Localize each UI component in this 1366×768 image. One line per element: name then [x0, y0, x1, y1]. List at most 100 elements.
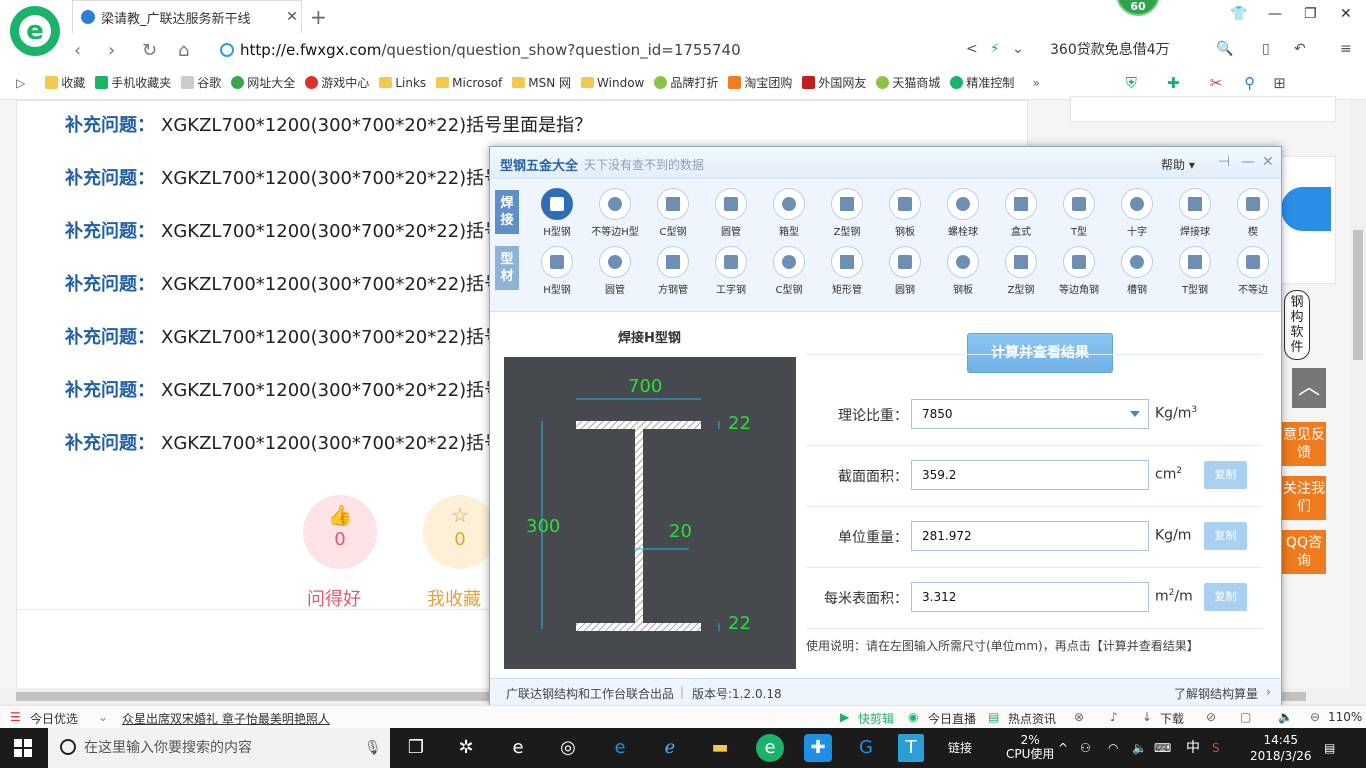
dim-height[interactable]: 300 — [526, 516, 560, 537]
bookmark-item[interactable]: 收藏 — [45, 74, 85, 91]
translate-icon[interactable]: ✚ — [1167, 74, 1180, 92]
profile-option[interactable]: 圆钢 — [876, 246, 934, 296]
taskbar-search[interactable]: 在这里输入你要搜索的内容 🎙 — [48, 728, 390, 768]
bookmark-item[interactable]: 外国网友 — [802, 74, 866, 91]
shield-icon[interactable]: ⛨ — [1126, 74, 1137, 92]
ime-indicator[interactable]: 中 — [1186, 728, 1200, 768]
live-link[interactable]: 今日直播 — [928, 710, 976, 727]
edge-icon[interactable]: e — [606, 734, 634, 762]
profile-option[interactable]: Z型钢 — [818, 188, 876, 238]
start-button[interactable] — [14, 739, 32, 757]
dim-width[interactable]: 700 — [628, 376, 662, 397]
profile-option[interactable]: 十字 — [1108, 188, 1166, 238]
chevron-up-icon[interactable]: ^ — [1058, 728, 1068, 768]
learn-more-link[interactable]: 了解钢结构算量 — [1174, 685, 1258, 702]
question-row[interactable]: 补充问题： XGKZL700*1200(300*700*20*22)括号里 — [65, 270, 520, 296]
more-bookmarks-icon[interactable]: » — [1032, 76, 1039, 90]
fan-app-icon[interactable]: ✲ — [452, 734, 480, 762]
profile-option[interactable]: 圆管 — [586, 246, 644, 296]
bookmark-folder[interactable]: MSN 网 — [512, 74, 571, 91]
question-row[interactable]: 补充问题： XGKZL700*1200(300*700*20*22)括号里 — [65, 429, 520, 455]
swirl-app-icon[interactable]: ◎ — [554, 734, 582, 762]
profile-option[interactable]: 箱型 — [760, 188, 818, 238]
browser-360-icon[interactable]: e — [504, 734, 532, 762]
profile-option[interactable]: C型钢 — [644, 188, 702, 238]
scissors-icon[interactable]: ✂ — [1210, 74, 1223, 92]
forward-icon[interactable]: › — [108, 40, 115, 61]
chevron-down-icon[interactable]: ⌄ — [98, 710, 108, 724]
ie-icon[interactable]: ℯ — [656, 734, 684, 762]
copy-weight-button[interactable]: 复制 — [1204, 522, 1247, 550]
search-icon[interactable]: 🔍 — [1216, 41, 1233, 57]
vertical-scrollbar[interactable] — [1350, 100, 1366, 705]
mic-icon[interactable]: 🎙 — [364, 728, 382, 768]
chevron-right-icon[interactable]: › — [1266, 685, 1271, 699]
profile-option[interactable]: 不等边 — [1224, 246, 1282, 296]
home-icon[interactable]: ⌂ — [178, 40, 189, 61]
clock[interactable]: 14:45 2018/3/26 — [1250, 732, 1312, 764]
g-app-icon[interactable]: G — [852, 734, 880, 762]
news-link[interactable]: 众星出席双宋婚礼 章子怡最美明艳照人 — [122, 710, 330, 727]
question-row[interactable]: 补充问题： XGKZL700*1200(300*700*20*22)括号里 — [65, 376, 520, 402]
pin-icon[interactable]: ⊣ — [1218, 154, 1230, 170]
share-icon[interactable]: < — [966, 41, 978, 57]
sogou-icon[interactable]: S — [1212, 728, 1220, 768]
unit-weight-field[interactable]: 281.972 — [911, 521, 1149, 551]
bookmark-item[interactable]: 网址大全 — [231, 74, 295, 91]
profile-option[interactable]: 等边角钢 — [1050, 246, 1108, 296]
bookmark-item[interactable]: 游戏中心 — [305, 74, 369, 91]
area-field[interactable]: 359.2 — [911, 460, 1149, 490]
quick-edit-link[interactable]: 快剪辑 — [858, 710, 894, 727]
globe-icon[interactable]: ⊘ — [1206, 710, 1216, 724]
volume-icon[interactable]: 🔈 — [1278, 710, 1293, 724]
follow-button[interactable]: 关注我们 — [1282, 476, 1326, 520]
window-icon[interactable]: ▢ — [1240, 710, 1251, 724]
search-field[interactable]: 360贷款免息借4万 — [1040, 38, 1240, 62]
density-select[interactable]: 7850 — [911, 399, 1149, 429]
question-row[interactable]: 补充问题： XGKZL700*1200(300*700*20*22)括号里 — [65, 164, 520, 190]
profile-option[interactable]: 盒式 — [992, 188, 1050, 238]
bookmark-item[interactable]: 谷歌 — [181, 74, 221, 91]
wifi-icon[interactable]: ◠ — [1108, 728, 1118, 768]
file-explorer-icon[interactable]: ▬ — [706, 734, 734, 762]
bookmark-item[interactable]: 精准控制 — [950, 74, 1014, 91]
steel-app-icon[interactable]: T — [898, 734, 924, 762]
copy-surface-button[interactable]: 复制 — [1204, 583, 1247, 611]
profile-option[interactable]: 不等边H型 — [586, 188, 644, 238]
dim-web[interactable]: 20 — [669, 521, 692, 542]
network-app-icon[interactable]: ✚ — [804, 734, 832, 762]
zoom-icon[interactable]: ⚲ — [1244, 74, 1255, 92]
bookmark-item[interactable]: 淘宝团购 — [728, 74, 792, 91]
cpu-meter[interactable]: 2% CPU使用 — [1006, 733, 1054, 761]
profile-option[interactable]: 楔 — [1224, 188, 1282, 238]
profile-option[interactable]: 钢板 — [876, 188, 934, 238]
profile-option[interactable]: 方钢管 — [644, 246, 702, 296]
menu-icon[interactable]: ≡ — [1340, 41, 1352, 57]
back-icon[interactable]: ‹ — [74, 40, 81, 61]
copy-area-button[interactable]: 复制 — [1204, 461, 1247, 489]
zoom-out-icon[interactable]: ⊖ — [1310, 710, 1320, 724]
download-link[interactable]: 下载 — [1160, 710, 1184, 727]
hot-news-link[interactable]: 热点资讯 — [1008, 710, 1056, 727]
shirt-icon[interactable]: 👕 — [1230, 6, 1247, 22]
zoom-level[interactable]: 110% — [1328, 710, 1362, 724]
bookmark-item[interactable]: 天猫商城 — [876, 74, 940, 91]
browser-360-taskbar-icon[interactable]: e — [756, 734, 784, 762]
bookmark-item[interactable]: 品牌打折 — [654, 74, 718, 91]
dialog-titlebar[interactable]: 型钢五金大全 天下没有查不到的数据 帮助 ▾ ⊣ — ✕ — [490, 147, 1281, 179]
dim-flange-top[interactable]: 22 — [728, 413, 751, 434]
dropdown-icon[interactable]: ⌄ — [1012, 41, 1024, 57]
scroll-thumb[interactable] — [1353, 230, 1363, 360]
bookmark-folder[interactable]: Window — [581, 76, 644, 90]
profile-option[interactable]: T型 — [1050, 188, 1108, 238]
close-window-icon[interactable]: ✕ — [1340, 6, 1352, 22]
profile-option[interactable]: 圆管 — [702, 188, 760, 238]
undo-icon[interactable]: ↶ — [1294, 41, 1306, 57]
question-row[interactable]: 补充问题： XGKZL700*1200(300*700*20*22)括号里面是指？ — [65, 111, 592, 137]
sidebar-banner[interactable] — [1278, 156, 1336, 284]
profile-option[interactable]: 焊接球 — [1166, 188, 1224, 238]
bookmark-folder[interactable]: Microsof — [436, 76, 502, 90]
like-button[interactable]: 👍 0 — [303, 495, 377, 569]
calculate-button[interactable]: 计算并查看结果 — [967, 333, 1113, 373]
profile-option[interactable]: 矩形管 — [818, 246, 876, 296]
